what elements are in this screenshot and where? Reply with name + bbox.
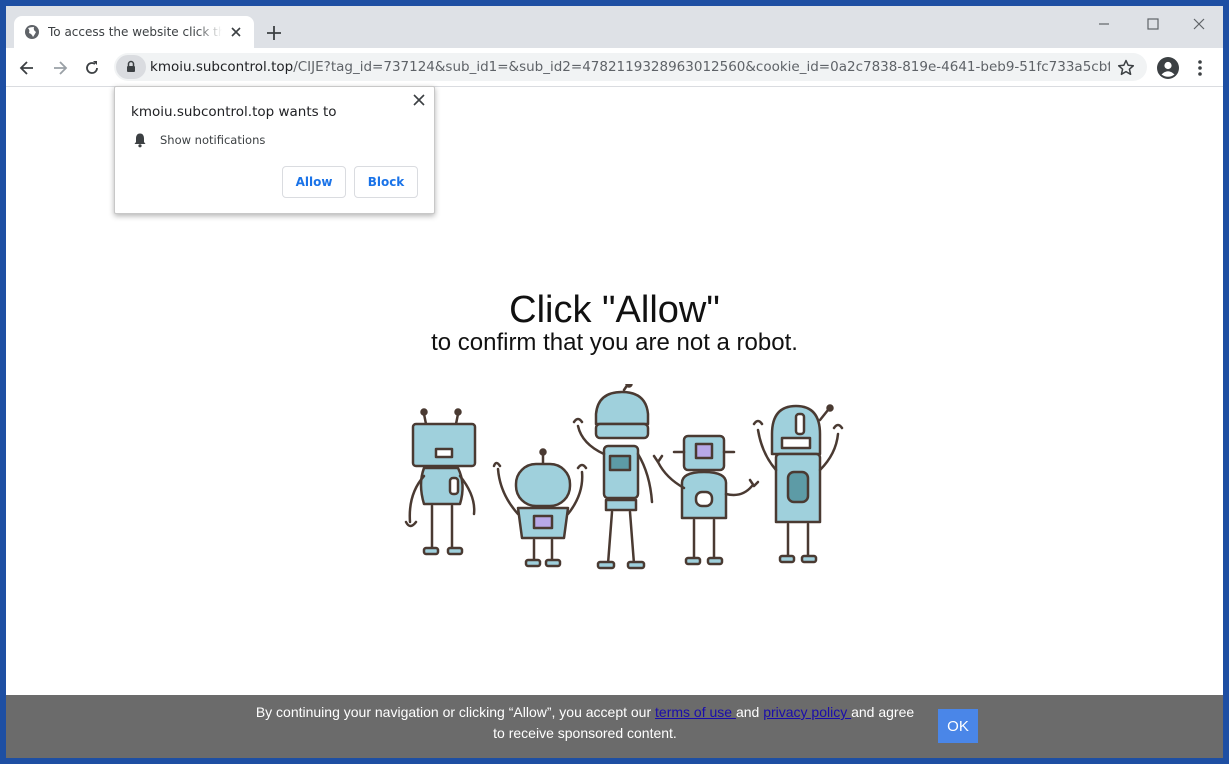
robot-3	[572, 384, 654, 570]
menu-kebab-icon[interactable]	[1192, 58, 1208, 78]
ok-button[interactable]: OK	[938, 709, 978, 743]
privacy-policy-link[interactable]: privacy policy	[763, 704, 851, 720]
url-host: kmoiu.subcontrol.top	[150, 59, 294, 75]
bookmark-star-icon[interactable]	[1116, 58, 1136, 78]
new-tab-icon[interactable]	[264, 23, 284, 43]
site-info-button[interactable]	[116, 55, 146, 79]
robot-4	[652, 434, 760, 566]
robot-5	[752, 404, 844, 564]
lock-icon	[127, 60, 135, 72]
page-subheadline: to confirm that you are not a robot.	[431, 329, 798, 356]
page-headline: Click "Allow"	[509, 289, 720, 331]
terms-of-use-link[interactable]: terms of use	[655, 704, 736, 720]
browser-toolbar: kmoiu.subcontrol.top/CIJE?tag_id=737124&…	[6, 48, 1223, 87]
minimize-icon[interactable]	[1094, 14, 1114, 34]
reload-icon[interactable]	[82, 58, 102, 78]
active-tab[interactable]: To access the website click the "Allow" …	[14, 16, 254, 48]
tab-title: To access the website click the "Allow" …	[48, 25, 222, 39]
robots-illustration	[404, 384, 844, 570]
notification-permission-prompt: kmoiu.subcontrol.top wants to Show notif…	[114, 86, 435, 214]
url-path: /CIJE?tag_id=737124&sub_id1=&sub_id2=478…	[293, 59, 1110, 75]
profile-avatar-icon[interactable]	[1157, 57, 1179, 79]
robot-1	[404, 408, 477, 556]
close-window-icon[interactable]	[1189, 14, 1209, 34]
address-bar[interactable]: kmoiu.subcontrol.top/CIJE?tag_id=737124&…	[114, 53, 1147, 81]
bell-icon	[134, 133, 146, 148]
block-button[interactable]: Block	[354, 166, 418, 198]
robot-2	[492, 448, 588, 568]
cookie-consent-bar: By continuing your navigation or clickin…	[6, 695, 1223, 758]
cookie-text-and: and	[735, 704, 764, 720]
back-arrow-icon[interactable]	[17, 58, 37, 78]
prompt-close-icon[interactable]	[412, 93, 426, 107]
browser-window: To access the website click the "Allow" …	[6, 6, 1223, 758]
prompt-title: kmoiu.subcontrol.top wants to	[131, 104, 337, 120]
globe-icon	[25, 25, 39, 39]
close-tab-icon[interactable]	[228, 24, 244, 40]
prompt-message: Show notifications	[160, 133, 266, 147]
url-text: kmoiu.subcontrol.top/CIJE?tag_id=737124&…	[150, 59, 1110, 75]
maximize-icon[interactable]	[1143, 14, 1163, 34]
cookie-text-part: By continuing your navigation or clickin…	[255, 704, 656, 720]
tab-strip: To access the website click the "Allow" …	[6, 6, 1223, 48]
allow-button[interactable]: Allow	[282, 166, 346, 198]
cookie-text: By continuing your navigation or clickin…	[250, 702, 920, 744]
forward-arrow-icon[interactable]	[50, 58, 70, 78]
